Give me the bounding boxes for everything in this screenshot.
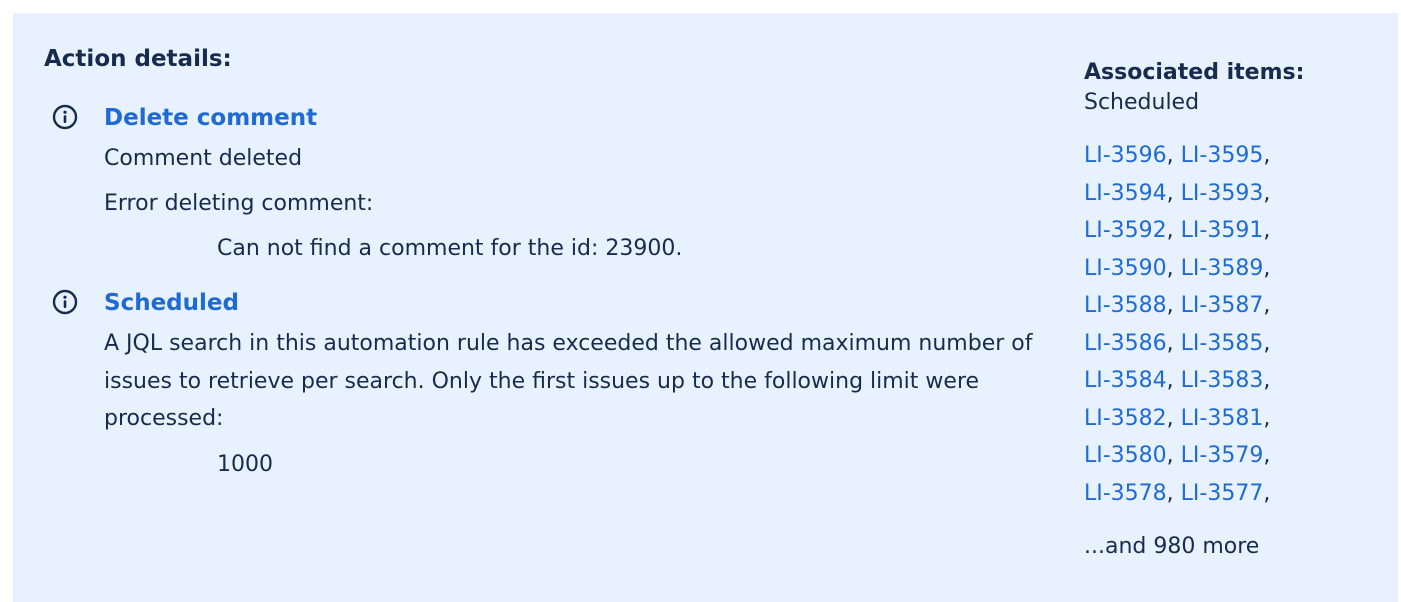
associated-items-row: LI-3584, LI-3583, bbox=[1084, 362, 1384, 400]
issue-link[interactable]: LI-3578 bbox=[1084, 481, 1167, 506]
associated-items-row: LI-3592, LI-3591, bbox=[1084, 212, 1384, 250]
list-separator: , bbox=[1263, 330, 1271, 356]
issue-link[interactable]: LI-3580 bbox=[1084, 443, 1167, 468]
issue-link[interactable]: LI-3596 bbox=[1084, 143, 1167, 168]
issue-link[interactable]: LI-3588 bbox=[1084, 293, 1167, 318]
issue-link[interactable]: LI-3583 bbox=[1181, 368, 1264, 393]
action-title-link[interactable]: Delete comment bbox=[104, 102, 1044, 134]
associated-items-row: LI-3578, LI-3577, bbox=[1084, 475, 1384, 513]
list-separator: , bbox=[1263, 143, 1271, 168]
issue-link[interactable]: LI-3586 bbox=[1084, 331, 1167, 356]
associated-items-section: Associated items: Scheduled LI-3596, LI-… bbox=[1084, 58, 1384, 562]
issue-link[interactable]: LI-3581 bbox=[1181, 406, 1264, 431]
action-title-link[interactable]: Scheduled bbox=[104, 287, 1044, 319]
issue-link[interactable]: LI-3587 bbox=[1181, 293, 1264, 318]
list-separator: , bbox=[1166, 405, 1181, 431]
issue-link[interactable]: LI-3593 bbox=[1181, 181, 1264, 206]
action-details-section: Action details: Delete comment Comment d… bbox=[44, 43, 1044, 483]
associated-items-row: LI-3590, LI-3589, bbox=[1084, 250, 1384, 288]
associated-items-row: LI-3588, LI-3587, bbox=[1084, 287, 1384, 325]
issue-link[interactable]: LI-3579 bbox=[1181, 443, 1264, 468]
list-separator: , bbox=[1263, 443, 1271, 468]
list-separator: , bbox=[1263, 368, 1271, 393]
associated-items-heading: Associated items: bbox=[1084, 60, 1305, 85]
action-message: Comment deleted bbox=[104, 146, 303, 171]
issue-link[interactable]: LI-3582 bbox=[1084, 406, 1167, 431]
issue-link[interactable]: LI-3591 bbox=[1181, 218, 1264, 243]
action-detail-value: Can not find a comment for the id: 23900… bbox=[217, 236, 683, 261]
info-icon bbox=[52, 104, 78, 130]
list-separator: , bbox=[1263, 480, 1271, 506]
list-separator: , bbox=[1166, 480, 1181, 506]
associated-items-row: LI-3586, LI-3585, bbox=[1084, 325, 1384, 363]
associated-items-row: LI-3582, LI-3581, bbox=[1084, 400, 1384, 438]
list-separator: , bbox=[1166, 218, 1181, 243]
action-detail-value: 1000 bbox=[217, 451, 273, 477]
associated-items-row: LI-3594, LI-3593, bbox=[1084, 175, 1384, 213]
action-message: A JQL search in this automation rule has… bbox=[104, 331, 1033, 431]
list-separator: , bbox=[1166, 143, 1181, 168]
list-separator: , bbox=[1166, 443, 1181, 468]
list-separator: , bbox=[1166, 255, 1181, 281]
issue-link[interactable]: LI-3595 bbox=[1181, 143, 1264, 168]
more-items-text: ...and 980 more bbox=[1084, 534, 1260, 559]
issue-link[interactable]: LI-3590 bbox=[1084, 256, 1167, 281]
issue-link[interactable]: LI-3585 bbox=[1181, 331, 1264, 356]
associated-items-row: LI-3580, LI-3579, bbox=[1084, 437, 1384, 475]
associated-items-subheading: Scheduled bbox=[1084, 90, 1200, 115]
action-message: Error deleting comment: bbox=[104, 191, 374, 216]
list-separator: , bbox=[1166, 368, 1181, 393]
list-separator: , bbox=[1263, 218, 1271, 243]
issue-link[interactable]: LI-3592 bbox=[1084, 218, 1167, 243]
issue-link[interactable]: LI-3577 bbox=[1181, 481, 1264, 506]
list-separator: , bbox=[1263, 255, 1271, 281]
issue-link[interactable]: LI-3594 bbox=[1084, 181, 1167, 206]
list-separator: , bbox=[1166, 180, 1181, 206]
action-entry-scheduled: Scheduled A JQL search in this automatio… bbox=[44, 287, 1044, 483]
info-icon bbox=[52, 289, 78, 315]
action-entry-delete-comment: Delete comment Comment deleted Error del… bbox=[44, 102, 1044, 267]
action-details-heading: Action details: bbox=[44, 46, 232, 72]
list-separator: , bbox=[1166, 330, 1181, 356]
list-separator: , bbox=[1263, 180, 1271, 206]
list-separator: , bbox=[1263, 405, 1271, 431]
associated-items-list: LI-3596, LI-3595, LI-3594, LI-3593, LI-359… bbox=[1084, 137, 1384, 512]
list-separator: , bbox=[1263, 293, 1271, 318]
list-separator: , bbox=[1166, 293, 1181, 318]
associated-items-row: LI-3596, LI-3595, bbox=[1084, 137, 1384, 175]
issue-link[interactable]: LI-3584 bbox=[1084, 368, 1167, 393]
action-details-panel: Action details: Delete comment Comment d… bbox=[13, 13, 1398, 602]
issue-link[interactable]: LI-3589 bbox=[1181, 256, 1264, 281]
